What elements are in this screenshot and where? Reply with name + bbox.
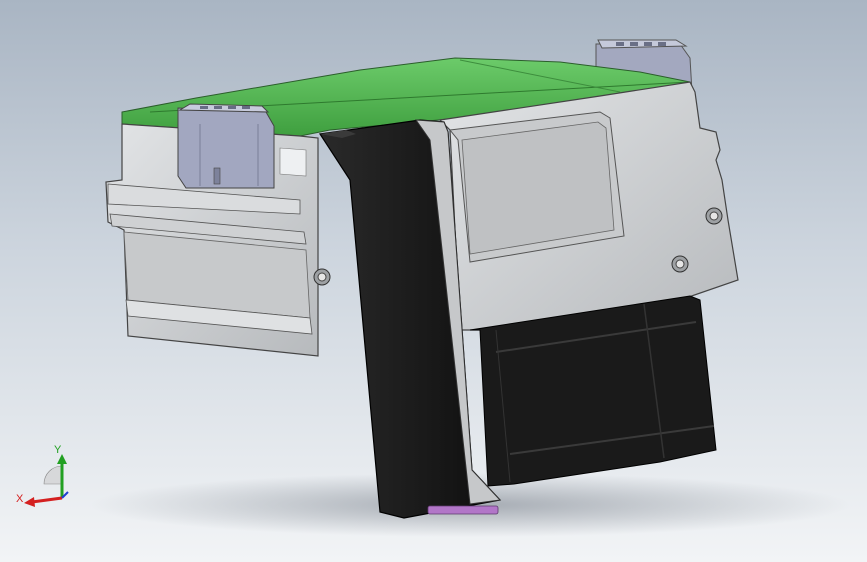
y-axis-label: Y — [54, 444, 62, 456]
x-axis-label: X — [16, 493, 24, 505]
side-housing — [438, 81, 739, 331]
part-model[interactable] — [0, 0, 867, 562]
x-axis-arrow — [31, 496, 63, 504]
bottom-pad — [427, 505, 499, 515]
3d-viewport[interactable]: Y X — [0, 0, 867, 562]
motor-block[interactable] — [469, 295, 717, 487]
axis-triad: Y X — [16, 444, 69, 507]
front-connector[interactable] — [177, 103, 275, 189]
